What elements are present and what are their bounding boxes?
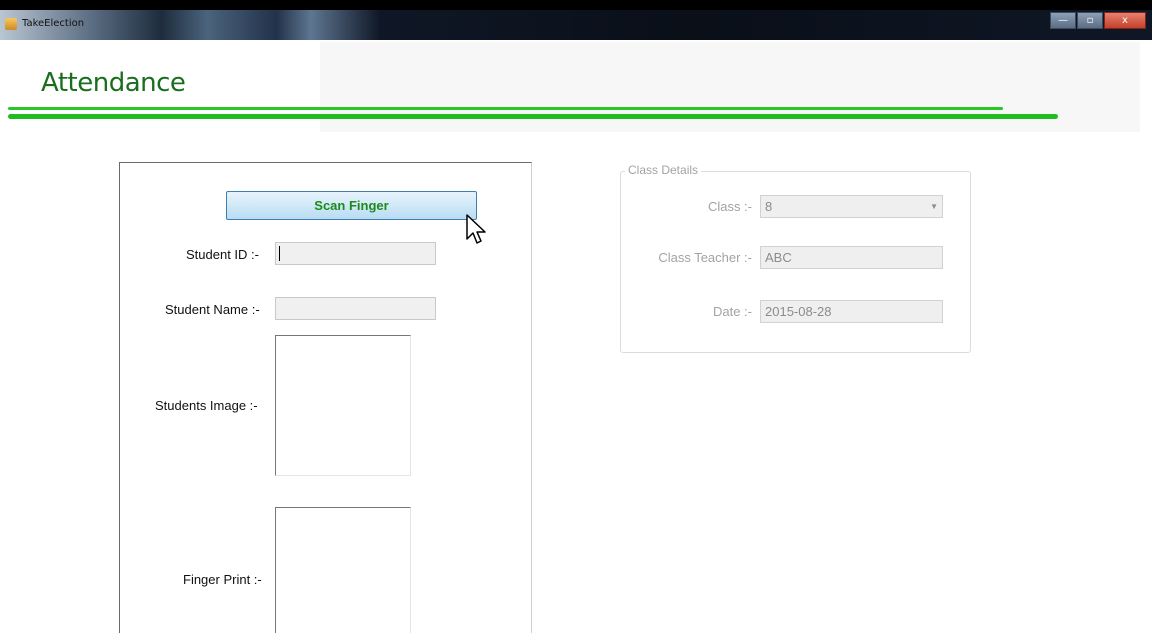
student-image-label: Students Image :- xyxy=(155,398,258,413)
scan-finger-button[interactable]: Scan Finger xyxy=(226,191,477,220)
window-controls: — ▫ x xyxy=(1049,12,1146,29)
class-teacher-field[interactable]: ABC xyxy=(760,246,943,269)
date-label: Date :- xyxy=(712,304,752,319)
class-details-legend: Class Details xyxy=(625,163,702,177)
class-label: Class :- xyxy=(707,199,752,214)
fingerprint-box xyxy=(275,507,411,633)
student-name-input[interactable] xyxy=(275,297,436,320)
mouse-pointer-icon xyxy=(466,214,486,244)
date-value: 2015-08-28 xyxy=(765,304,832,319)
class-teacher-label: Class Teacher :- xyxy=(658,250,752,265)
student-name-label: Student Name :- xyxy=(165,302,260,317)
class-teacher-value: ABC xyxy=(765,250,792,265)
heading-divider xyxy=(8,114,1058,119)
student-image-box xyxy=(275,335,411,476)
window-title: TakeElection xyxy=(22,18,85,29)
heading-divider-upper xyxy=(8,107,1003,110)
chevron-down-icon: ▼ xyxy=(930,202,938,211)
text-caret xyxy=(279,246,280,261)
student-id-input[interactable] xyxy=(275,242,436,265)
class-value: 8 xyxy=(765,199,773,214)
date-field[interactable]: 2015-08-28 xyxy=(760,300,943,323)
title-bar[interactable]: TakeElection — ▫ x xyxy=(0,10,1152,40)
minimize-button[interactable]: — xyxy=(1050,12,1076,29)
fingerprint-label: Finger Print :- xyxy=(183,572,262,587)
close-button[interactable]: x xyxy=(1104,12,1146,29)
app-icon xyxy=(5,18,17,30)
app-window: TakeElection — ▫ x Attendance Scan Finge… xyxy=(0,10,1152,633)
student-id-label: Student ID :- xyxy=(186,247,259,262)
class-select[interactable]: 8 ▼ xyxy=(760,195,943,218)
page-title: Attendance xyxy=(41,68,186,98)
maximize-button[interactable]: ▫ xyxy=(1077,12,1103,29)
